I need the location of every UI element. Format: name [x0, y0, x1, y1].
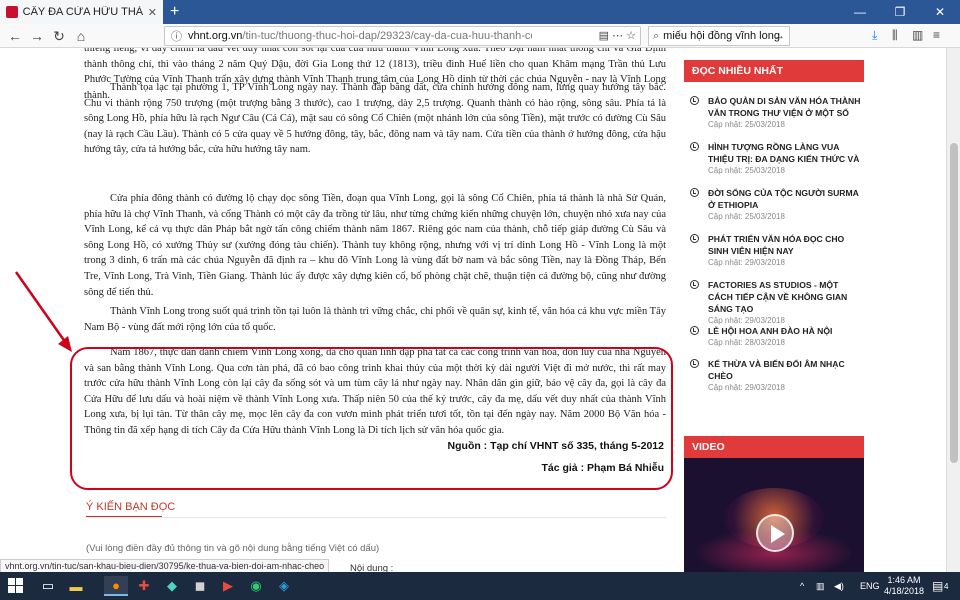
article-paragraph: Thành Vĩnh Long trong suốt quá trình tồn… — [84, 306, 666, 333]
article-paragraph: Cửa phía đông thành có đường lộ chạy dọc… — [84, 193, 666, 298]
menu-icon[interactable]: ≡ — [933, 28, 940, 42]
home-icon[interactable]: ⌂ — [72, 27, 90, 45]
file-explorer-icon[interactable]: ▬ — [64, 576, 88, 596]
tab-title: CÂY ĐA CỬA HỮU THÀNH CỔ — [22, 6, 144, 18]
comments-heading-underline — [86, 516, 162, 517]
list-item-title[interactable]: HÌNH TƯỢNG RỒNG LÀNG VUA THIỆU TRỊ: ĐA D… — [708, 141, 862, 165]
forward-icon[interactable]: → — [28, 27, 46, 45]
firefox-icon[interactable]: ● — [104, 576, 128, 596]
list-item[interactable]: HÌNH TƯỢNG RỒNG LÀNG VUA THIỆU TRỊ: ĐA D… — [690, 141, 862, 176]
tab-close-icon[interactable]: ✕ — [148, 6, 157, 19]
list-item-title[interactable]: LỄ HỘI HOA ANH ĐÀO HÀ NỘI — [708, 325, 862, 337]
list-item[interactable]: ĐỜI SỐNG CỦA TỘC NGƯỜI SURMA Ở ETHIOPIA … — [690, 187, 862, 222]
video-heading: VIDEO — [684, 436, 864, 458]
clock-icon — [690, 359, 699, 368]
list-item[interactable]: FACTORIES AS STUDIOS - MỘT CÁCH TIẾP CẬN… — [690, 279, 862, 326]
video-thumbnail[interactable] — [684, 458, 864, 572]
link-status-bar: vhnt.org.vn/tin-tuc/san-khau-bieu-dien/3… — [0, 559, 330, 573]
library-icon[interactable]: ⫼ — [892, 28, 898, 43]
navigation-toolbar: ← → ↻ ⌂ ⓘ vhnt.org.vn /tin-tuc/thuong-th… — [0, 24, 960, 48]
list-item-date: Cập nhật: 25/03/2018 — [708, 212, 785, 221]
clock-icon — [690, 142, 699, 151]
url-path: /tin-tuc/thuong-thuc-hoi-dap/29323/cay-d… — [242, 30, 533, 42]
maximize-icon[interactable]: ❐ — [880, 0, 920, 24]
site-info-icon[interactable]: ⓘ — [171, 28, 182, 44]
system-clock[interactable]: 1:46 AM 4/18/2018 — [884, 575, 924, 597]
list-item-date: Cập nhật: 25/03/2018 — [708, 166, 785, 175]
list-item-title[interactable]: KẾ THỪA VÀ BIẾN ĐỔI ÂM NHẠC CHÈO — [708, 358, 862, 382]
list-item[interactable]: BẢO QUẢN DI SẢN VĂN HÓA THÀNH VĂN TRONG … — [690, 95, 862, 130]
search-input[interactable]: ⌕ miếu hội đồng vĩnh long → — [648, 26, 790, 46]
action-center-icon[interactable]: ▤ — [932, 572, 943, 600]
minimize-icon[interactable]: — — [840, 0, 880, 24]
download-icon[interactable]: ⤓ — [872, 28, 877, 43]
clock-date: 4/18/2018 — [884, 586, 925, 596]
most-read-panel: ĐỌC NHIỀU NHẤT BẢO QUẢN DI SẢN VĂN HÓA T… — [684, 60, 864, 425]
list-item-date: Cập nhật: 29/03/2018 — [708, 383, 785, 392]
url-bar[interactable]: ⓘ vhnt.org.vn /tin-tuc/thuong-thuc-hoi-d… — [164, 26, 641, 46]
back-icon[interactable]: ← — [6, 27, 24, 45]
play-icon[interactable] — [756, 514, 794, 552]
comment-content-label: Nội dung : — [350, 563, 394, 572]
app-icon-blue[interactable]: ◈ — [272, 576, 296, 596]
search-go-icon[interactable]: → — [774, 30, 785, 42]
list-item-title[interactable]: ĐỜI SỐNG CỦA TỘC NGƯỜI SURMA Ở ETHIOPIA — [708, 187, 862, 211]
comments-heading: Ý KIẾN BẠN ĐỌC — [86, 501, 176, 513]
highlight-annotation-box — [70, 347, 673, 490]
site-favicon-icon — [6, 6, 18, 18]
search-value: miếu hội đồng vĩnh long — [663, 30, 780, 42]
app-icon-media[interactable]: ▶ — [216, 576, 240, 596]
list-item-title[interactable]: PHÁT TRIỂN VĂN HÓA ĐỌC CHO SINH VIÊN HIỆ… — [708, 233, 862, 257]
clock-icon — [690, 96, 699, 105]
list-item-date: Cập nhật: 25/03/2018 — [708, 120, 785, 129]
app-icon-green[interactable]: ◉ — [244, 576, 268, 596]
notification-badge: 4 — [944, 581, 949, 591]
comments-note: (Vui lòng điền đầy đủ thông tin và gõ nộ… — [86, 543, 380, 554]
sidebar-icon[interactable]: ▥ — [912, 28, 923, 42]
app-icon-gray[interactable]: ◼ — [188, 576, 212, 596]
list-item[interactable]: PHÁT TRIỂN VĂN HÓA ĐỌC CHO SINH VIÊN HIỆ… — [690, 233, 862, 268]
reload-icon[interactable]: ↻ — [50, 27, 68, 45]
page-scrollbar[interactable] — [946, 48, 960, 572]
language-indicator[interactable]: ENG — [860, 572, 880, 600]
clock-icon — [690, 280, 699, 289]
window-close-icon[interactable]: ✕ — [920, 0, 960, 24]
scrollbar-thumb[interactable] — [950, 143, 958, 463]
volume-icon[interactable]: ◀) — [834, 572, 844, 600]
divider — [86, 517, 666, 518]
tab-active[interactable]: CÂY ĐA CỬA HỮU THÀNH CỔ ✕ — [0, 0, 163, 24]
task-view-icon[interactable]: ▭ — [36, 576, 60, 596]
clock-icon — [690, 234, 699, 243]
list-item-title[interactable]: FACTORIES AS STUDIOS - MỘT CÁCH TIẾP CẬN… — [708, 279, 862, 315]
clock-icon — [690, 326, 699, 335]
annotation-arrow-icon — [14, 271, 72, 352]
list-item-title[interactable]: BẢO QUẢN DI SẢN VĂN HÓA THÀNH VĂN TRONG … — [708, 95, 862, 119]
clock-time: 1:46 AM — [887, 575, 921, 585]
list-item[interactable]: KẾ THỪA VÀ BIẾN ĐỔI ÂM NHẠC CHÈO Cập nhậ… — [690, 358, 862, 393]
list-item[interactable]: LỄ HỘI HOA ANH ĐÀO HÀ NỘI Cập nhật: 28/0… — [690, 325, 862, 348]
tray-up-icon[interactable]: ^ — [800, 572, 804, 600]
network-icon[interactable]: ▥ — [816, 572, 825, 600]
page-content: thiêng liêng, vì đây chính là dấu vết du… — [0, 48, 960, 572]
app-icon-red[interactable]: ✚ — [132, 576, 156, 596]
new-tab-icon[interactable]: + — [170, 3, 179, 21]
windows-taskbar: ▭ ▬ ● ✚ ◆ ◼ ▶ ◉ ◈ ^ ▥ ◀) ENG 1:46 AM 4/1… — [0, 572, 960, 600]
list-item-date: Cập nhật: 28/03/2018 — [708, 338, 785, 347]
windows-start-icon[interactable] — [8, 578, 24, 594]
search-icon: ⌕ — [653, 29, 660, 42]
article-paragraph: Thành tọa lạc tại phường 1, TP Vĩnh Long… — [84, 82, 666, 156]
browser-tab-strip: CÂY ĐA CỬA HỮU THÀNH CỔ ✕ + — ❐ ✕ — [0, 0, 960, 24]
most-read-heading: ĐỌC NHIỀU NHẤT — [684, 60, 864, 82]
list-item-date: Cập nhật: 29/03/2018 — [708, 258, 785, 267]
url-host: vhnt.org.vn — [188, 30, 243, 42]
clock-icon — [690, 188, 699, 197]
reader-view-icon[interactable]: ▤ ⋯ ☆ — [599, 29, 636, 42]
app-icon-teal[interactable]: ◆ — [160, 576, 184, 596]
